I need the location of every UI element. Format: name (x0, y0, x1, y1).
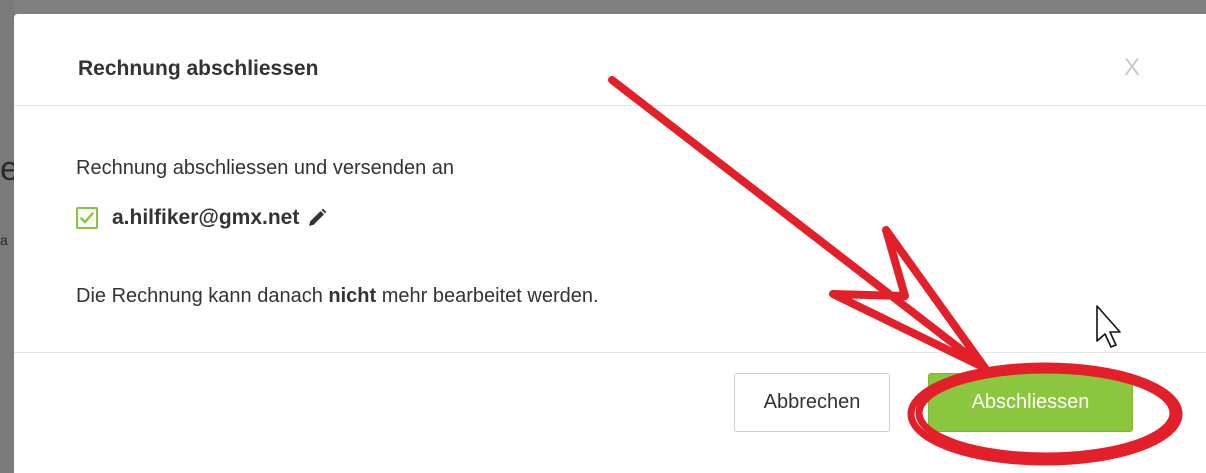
dialog-title: Rechnung abschliessen (78, 57, 319, 80)
intro-text: Rechnung abschliessen und versenden an (76, 157, 455, 179)
close-button[interactable]: X (1124, 54, 1140, 82)
warning-note: Die Rechnung kann danach nicht mehr bear… (76, 282, 599, 310)
backdrop-text-fragment: a (0, 232, 8, 248)
note-text-after: mehr bearbeitet werden. (376, 285, 599, 307)
note-emphasis: nicht (328, 285, 377, 307)
dialog-body: Rechnung abschliessen und versenden an a… (14, 106, 1206, 353)
recipient-row: a.hilfiker@gmx.net (76, 204, 327, 232)
send-email-checkbox[interactable] (76, 207, 98, 229)
cancel-button[interactable]: Abbrechen (734, 373, 890, 432)
confirm-button[interactable]: Abschliessen (928, 373, 1133, 432)
checkmark-icon (80, 212, 94, 224)
pencil-icon[interactable] (307, 208, 327, 228)
note-text-before: Die Rechnung kann danach (76, 285, 329, 307)
dialog-header: Rechnung abschliessen X (14, 14, 1206, 106)
recipient-email: a.hilfiker@gmx.net (112, 206, 300, 229)
